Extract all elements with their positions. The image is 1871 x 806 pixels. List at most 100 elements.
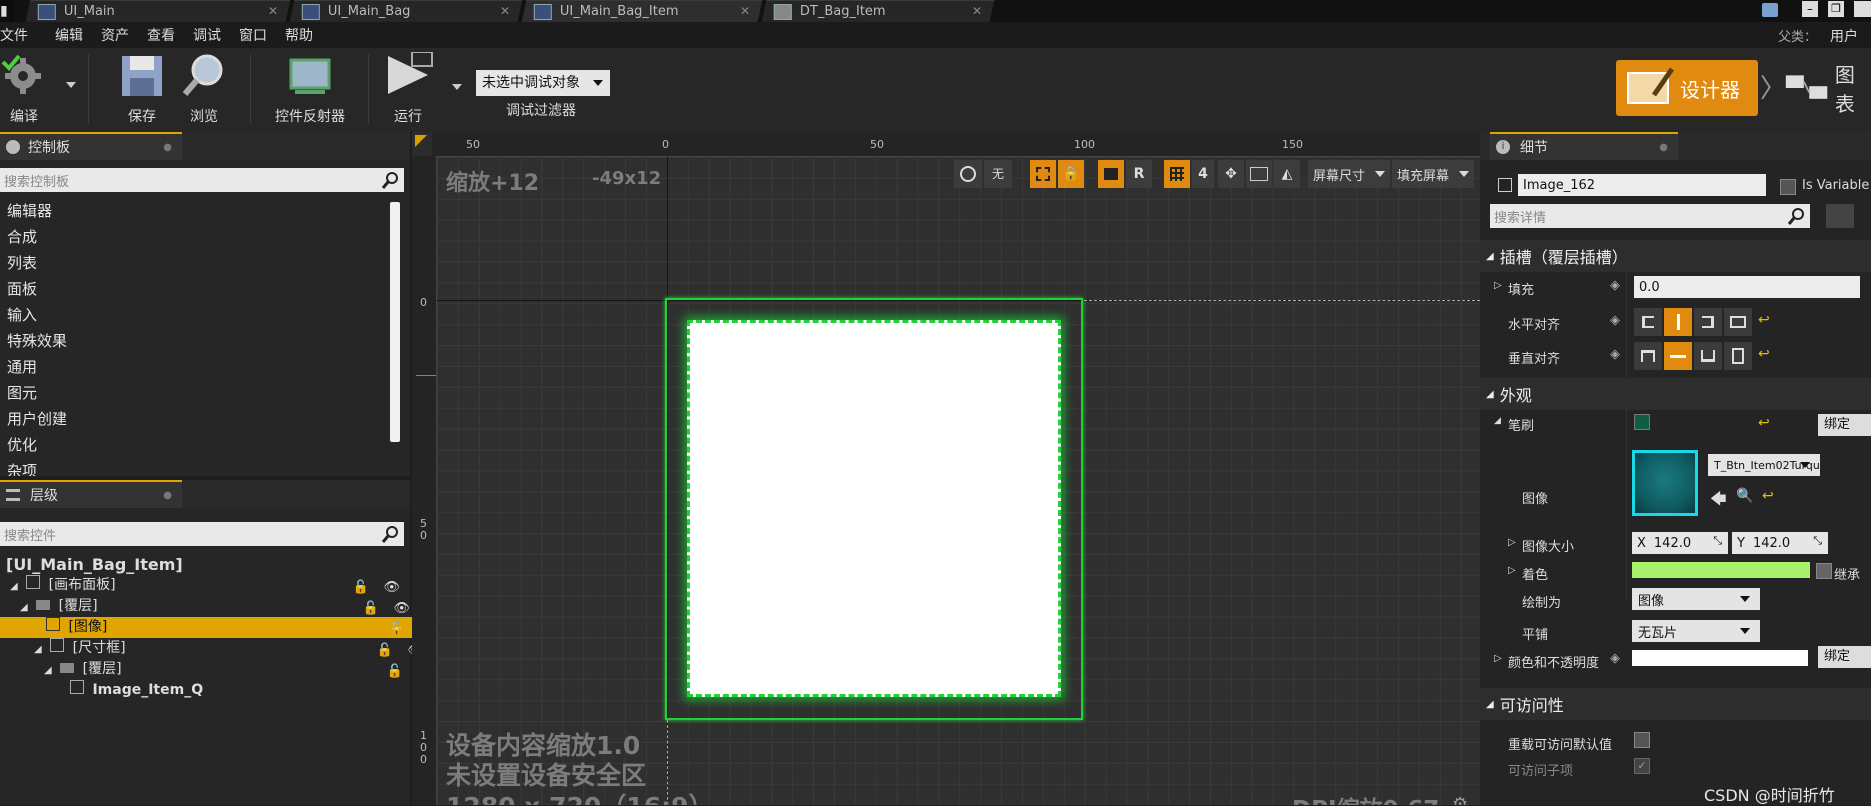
tab-ui-main[interactable]: UI_Main ✕: [25, 0, 291, 22]
expand-arrow-icon[interactable]: ▷: [1494, 280, 1502, 291]
browse-button[interactable]: 浏览: [176, 52, 232, 126]
minimize-button[interactable]: –: [1802, 1, 1818, 17]
run-options-arrow[interactable]: [452, 84, 462, 90]
image-thumbnail[interactable]: [1632, 450, 1698, 516]
image-size-y-input[interactable]: Y 142.0 ⤡: [1732, 532, 1828, 554]
expand-arrow-icon[interactable]: ▷: [1508, 537, 1516, 548]
tab-palette[interactable]: 控制板 ●: [0, 132, 182, 160]
debug-object-dropdown[interactable]: 未选中调试对象: [476, 70, 610, 96]
binding-icon[interactable]: ◈: [1610, 313, 1620, 328]
is-variable-checkbox[interactable]: [1780, 179, 1796, 195]
render-transform-toggle[interactable]: R: [1126, 160, 1152, 188]
grid-size-dropdown[interactable]: 4: [1192, 160, 1214, 188]
expand-arrow-icon[interactable]: ▷: [1508, 565, 1516, 576]
close-icon[interactable]: ✕: [740, 4, 750, 18]
tree-row-image-item-q[interactable]: Image_Item_Q 🔓👁: [0, 680, 472, 701]
h-align-left-button[interactable]: [1634, 308, 1662, 336]
color-opacity-bar[interactable]: [1632, 650, 1808, 666]
tree-row-canvas-panel[interactable]: ◢ [画布面板] 🔓 👁: [0, 575, 412, 596]
binding-icon[interactable]: ◈: [1610, 278, 1620, 293]
palette-category-user-created[interactable]: 用户创建: [0, 406, 390, 432]
palette-category-optimization[interactable]: 优化: [0, 432, 390, 458]
widget-reflector-button[interactable]: 控件反射器: [264, 52, 356, 126]
section-slot[interactable]: ◢ 插槽（覆层插槽）: [1480, 240, 1871, 272]
menu-asset[interactable]: 资产: [92, 25, 138, 45]
tree-row-overlay[interactable]: ◢ [覆层] 🔓 👁: [0, 596, 422, 617]
reset-to-default-icon[interactable]: ↩: [1762, 488, 1774, 504]
palette-category-primitive[interactable]: 图元: [0, 380, 390, 406]
close-window-button[interactable]: [1854, 1, 1871, 17]
palette-category-editor[interactable]: 编辑器: [0, 198, 390, 224]
color-bind-button[interactable]: 绑定: [1818, 646, 1871, 668]
lock-icon[interactable]: 🔓: [353, 577, 369, 598]
lock-icon[interactable]: 🔓: [377, 640, 393, 661]
h-align-right-button[interactable]: [1694, 308, 1722, 336]
h-align-center-button[interactable]: [1664, 308, 1692, 336]
binding-icon[interactable]: ◈: [1610, 651, 1620, 666]
zoom-to-fit-button[interactable]: ✥: [1218, 160, 1244, 188]
v-align-bottom-button[interactable]: [1694, 342, 1722, 370]
save-button[interactable]: 保存: [114, 52, 170, 126]
v-align-top-button[interactable]: [1634, 342, 1662, 370]
brush-bind-button[interactable]: 绑定: [1818, 414, 1871, 436]
eye-icon[interactable]: 👁: [383, 577, 400, 598]
grid-snap-toggle[interactable]: [1164, 160, 1190, 188]
palette-category-special-effects[interactable]: 特殊效果: [0, 328, 390, 354]
image-asset-dropdown[interactable]: T_Btn_Item02Turquo: [1708, 454, 1820, 476]
close-icon[interactable]: ●: [163, 490, 172, 501]
tree-row-size-box[interactable]: ◢ [尺寸框] 🔓👁: [0, 638, 436, 659]
image-size-x-input[interactable]: X 142.0 ⤡: [1632, 532, 1728, 554]
expand-arrow-icon[interactable]: ◢: [10, 581, 18, 592]
expand-arrow-icon[interactable]: ▷: [1494, 653, 1502, 664]
reset-to-default-icon[interactable]: ↩: [1758, 312, 1770, 328]
palette-category-input[interactable]: 输入: [0, 302, 390, 328]
localization-preview-button[interactable]: [954, 160, 982, 188]
palette-category-misc[interactable]: 杂项: [0, 458, 390, 476]
v-align-fill-button[interactable]: [1724, 342, 1752, 370]
user-icon[interactable]: [1762, 3, 1778, 17]
tab-dt-bag-item[interactable]: DT_Bag_Item ✕: [761, 0, 995, 22]
binding-icon[interactable]: ◈: [1610, 347, 1620, 362]
menu-debug[interactable]: 调试: [184, 25, 230, 45]
expand-arrow-icon[interactable]: ◢: [44, 665, 52, 676]
dpi-settings-icon[interactable]: ⚙: [1452, 794, 1468, 805]
menu-view[interactable]: 查看: [138, 25, 184, 45]
background-image-button[interactable]: [1246, 160, 1272, 188]
details-search-input[interactable]: 搜索详情: [1490, 204, 1810, 228]
override-accessible-checkbox[interactable]: [1634, 732, 1650, 748]
section-appearance[interactable]: ◢ 外观: [1480, 378, 1871, 410]
palette-category-panel[interactable]: 面板: [0, 276, 390, 302]
tint-color-bar[interactable]: [1632, 562, 1810, 578]
tree-row-root[interactable]: [UI_Main_Bag_Item]: [0, 554, 408, 575]
palette-category-common[interactable]: 通用: [0, 354, 390, 380]
close-icon[interactable]: ✕: [972, 4, 982, 18]
menu-edit[interactable]: 编辑: [37, 25, 92, 45]
hierarchy-search-input[interactable]: 搜索控件: [0, 522, 404, 546]
run-button[interactable]: 运行: [380, 51, 436, 126]
transform-mode-toggle[interactable]: [1098, 160, 1124, 188]
use-selected-asset-icon[interactable]: 🡄: [1710, 488, 1727, 515]
menu-file[interactable]: 文件: [0, 25, 37, 45]
designer-viewport[interactable]: 50 0 50 100 150 0 5 0 1 0 0 缩放+12 -49x12…: [412, 132, 1480, 805]
section-accessibility[interactable]: ◢ 可访问性: [1480, 688, 1871, 720]
graph-mode-button[interactable]: 图表: [1784, 60, 1871, 116]
reset-to-default-icon[interactable]: ↩: [1758, 346, 1770, 362]
h-align-fill-button[interactable]: [1724, 308, 1752, 336]
tab-hierarchy[interactable]: 层级 ●: [0, 480, 182, 508]
palette-scrollbar[interactable]: [390, 202, 400, 442]
palette-search-input[interactable]: 搜索控制板: [0, 168, 404, 192]
padding-input[interactable]: 0.0: [1634, 276, 1860, 298]
close-icon[interactable]: ✕: [500, 4, 510, 18]
lock-icon[interactable]: 🔓: [389, 619, 405, 640]
tiling-dropdown[interactable]: 无瓦片: [1632, 620, 1760, 642]
tab-ui-main-bag[interactable]: UI_Main_Bag ✕: [289, 0, 523, 22]
lock-icon[interactable]: 🔓: [363, 598, 379, 619]
close-icon[interactable]: ●: [1659, 142, 1668, 153]
tab-ui-main-bag-item[interactable]: UI_Main_Bag_Item ✕: [521, 0, 763, 22]
designer-mode-button[interactable]: 设计器: [1616, 60, 1758, 116]
lock-toggle[interactable]: 🔒: [1058, 160, 1084, 188]
close-icon[interactable]: ✕: [268, 4, 278, 18]
tree-row-overlay-2[interactable]: ◢ [覆层] 🔓👁: [0, 659, 446, 680]
expand-arrow-icon[interactable]: ◢: [20, 602, 28, 613]
brush-color-swatch[interactable]: [1634, 414, 1650, 430]
